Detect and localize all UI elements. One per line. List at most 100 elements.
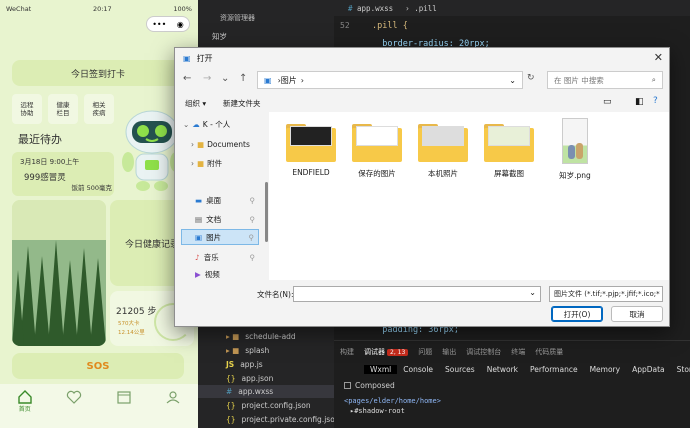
recent-todo-heading: 最近待办: [18, 133, 62, 146]
search-icon: ⌕: [651, 75, 656, 84]
tab-home-label: 首页: [18, 406, 31, 413]
panel-tab[interactable]: 输出: [442, 347, 456, 357]
more-icon[interactable]: •••: [152, 20, 166, 29]
tree-item[interactable]: {} project.config.json: [198, 399, 334, 412]
nav-item[interactable]: › ■ Documents: [181, 136, 259, 152]
composed-option[interactable]: Composed: [344, 381, 395, 390]
file-item-label: 保存的图片: [358, 169, 396, 178]
json-file-icon: {}: [226, 401, 236, 410]
address-folder[interactable]: 图片: [281, 75, 297, 86]
devtab-appdata[interactable]: AppData: [626, 365, 671, 374]
devtab-memory[interactable]: Memory: [584, 365, 627, 374]
tile-health-column[interactable]: 健康 栏目: [48, 94, 78, 124]
composed-checkbox[interactable]: [344, 382, 351, 389]
chevron-down-icon[interactable]: ⌄: [529, 288, 536, 297]
tile-diseases[interactable]: 相关 疾病: [84, 94, 114, 124]
tree-item[interactable]: {} app.json: [198, 372, 334, 385]
dom-path[interactable]: <pages/elder/home/home>: [344, 397, 441, 405]
help-icon[interactable]: ?: [653, 96, 658, 106]
tree-item[interactable]: {} project.private.config.json: [198, 413, 340, 426]
chevron-down-icon[interactable]: ⌄: [509, 76, 516, 85]
open-file-dialog: ▣ 打开 ✕ ← → ⌄ ↑ ▣ › 图片 › ⌄ ↻ 在 图片 中搜索 ⌕ 组…: [174, 47, 670, 327]
tab-health[interactable]: [66, 390, 82, 404]
tree-root[interactable]: 知岁: [198, 30, 334, 43]
nav-item[interactable]: ⌄ ☁ K - 个人: [181, 116, 259, 132]
calendar-icon: [117, 391, 131, 404]
tree-item[interactable]: JS app.js: [198, 358, 334, 371]
panel-tab-debugger[interactable]: 调试器 2, 13: [364, 347, 409, 357]
forest-image[interactable]: [12, 200, 106, 346]
editor-tab-label: app.wxss: [357, 3, 394, 13]
devtab-wxml[interactable]: Wxml: [364, 364, 398, 374]
tree-item-label: splash: [245, 346, 270, 355]
nav-item-selected[interactable]: ▣ 图片 ⚲: [181, 229, 259, 245]
tree-item[interactable]: ▸ ■ splash: [198, 344, 334, 357]
nav-item-label: 音乐: [203, 252, 219, 262]
recent-chevron-icon[interactable]: ⌄: [221, 73, 229, 84]
shadow-root-node[interactable]: ▸#shadow-root: [350, 407, 405, 415]
new-folder-button[interactable]: 新建文件夹: [223, 98, 261, 109]
search-input[interactable]: 在 图片 中搜索 ⌕: [547, 71, 663, 89]
nav-item[interactable]: ♪ 音乐 ⚲: [181, 249, 259, 265]
up-arrow-icon[interactable]: ↑: [239, 73, 247, 84]
panel-tab[interactable]: 终端: [511, 347, 525, 357]
tile-remote-assist[interactable]: 远程 协助: [12, 94, 42, 124]
navigation-pane: ⌄ ☁ K - 个人 › ■ Documents › ■ 附件 ▬ 桌面 ⚲ ▤ 文档 ⚲ ▣ 图片 ⚲…: [181, 112, 268, 282]
tab-calendar[interactable]: [116, 390, 132, 404]
devtab-network[interactable]: Network: [481, 365, 524, 374]
tree-item-selected[interactable]: # app.wxss: [198, 385, 334, 398]
filename-input[interactable]: ⌄: [293, 286, 541, 302]
tile-label: 相关 疾病: [92, 100, 106, 117]
devtab-storage[interactable]: Storage: [671, 365, 690, 374]
miniprogram-capsule[interactable]: ••• ◉: [146, 16, 190, 32]
nav-item[interactable]: ▤ 文档 ⚲: [181, 211, 259, 227]
panel-tab-label: 调试器: [364, 348, 385, 356]
devtab-performance[interactable]: Performance: [524, 365, 584, 374]
code-line: .pill {: [372, 21, 408, 31]
editor-tab[interactable]: # app.wxss: [348, 4, 393, 13]
open-button[interactable]: 打开(O): [551, 306, 603, 322]
panel-tab[interactable]: 调试控制台: [466, 347, 501, 357]
sos-button[interactable]: SOS: [12, 353, 184, 379]
nav-item[interactable]: ▬ 桌面 ⚲: [181, 192, 259, 208]
refresh-icon[interactable]: ↻: [527, 73, 535, 83]
forward-arrow-icon[interactable]: →: [203, 73, 211, 84]
file-item[interactable]: ENDFIELD: [283, 122, 339, 177]
carrier: WeChat: [6, 5, 32, 13]
nav-scrollbar[interactable]: [265, 182, 268, 242]
filetype-select[interactable]: 图片文件 (*.tif;*.pjp;*.jfif;*.ico;*: [549, 286, 663, 302]
checkin-button[interactable]: 今日签到打卡: [12, 60, 184, 86]
close-icon[interactable]: ✕: [654, 51, 663, 64]
tab-home[interactable]: 首页: [17, 390, 33, 413]
phone-simulator: WeChat 20:17 100% ••• ◉ 今日签到打卡 远程 协助 健康 …: [0, 0, 198, 428]
file-item[interactable]: 本机照片: [415, 122, 471, 179]
panel-tab[interactable]: 构建: [340, 347, 354, 357]
cancel-button[interactable]: 取消: [611, 306, 663, 322]
devtab-sources[interactable]: Sources: [439, 365, 481, 374]
panel-tab[interactable]: 代码质量: [535, 347, 563, 357]
organize-menu[interactable]: 组织 ▾: [185, 98, 206, 109]
appointment-date: 3月18日 9:00上午: [20, 158, 80, 166]
file-item[interactable]: 知岁.png: [547, 118, 603, 181]
pin-icon: ⚲: [249, 214, 256, 224]
address-separator: ›: [300, 75, 304, 85]
tile-label: 健康 栏目: [56, 100, 70, 117]
view-toggle-icon[interactable]: ▭: [603, 97, 612, 107]
nav-item[interactable]: ▶ 视频: [181, 266, 259, 282]
close-icon[interactable]: ◉: [177, 20, 184, 29]
tree-root-label: 知岁: [212, 32, 227, 41]
tab-profile[interactable]: [165, 390, 181, 404]
nav-item[interactable]: › ■ 附件: [181, 155, 259, 171]
panel-tab[interactable]: 问题: [418, 347, 432, 357]
address-bar[interactable]: ▣ › 图片 › ⌄: [257, 71, 523, 89]
devtab-console[interactable]: Console: [397, 365, 439, 374]
medication-name: 999感冒灵: [24, 173, 66, 183]
back-arrow-icon[interactable]: ←: [183, 73, 191, 84]
battery: 100%: [173, 5, 192, 13]
tree-item[interactable]: ▸ ■ schedule-add: [198, 330, 334, 343]
dialog-titlebar: ▣ 打开 ✕: [175, 48, 669, 68]
file-item[interactable]: 屏幕截图: [481, 122, 537, 179]
preview-pane-icon[interactable]: ◧: [635, 97, 644, 107]
medication-card[interactable]: 3月18日 9:00上午 999感冒灵 饭前 500毫克: [12, 152, 114, 196]
file-item[interactable]: 保存的图片: [349, 122, 405, 179]
